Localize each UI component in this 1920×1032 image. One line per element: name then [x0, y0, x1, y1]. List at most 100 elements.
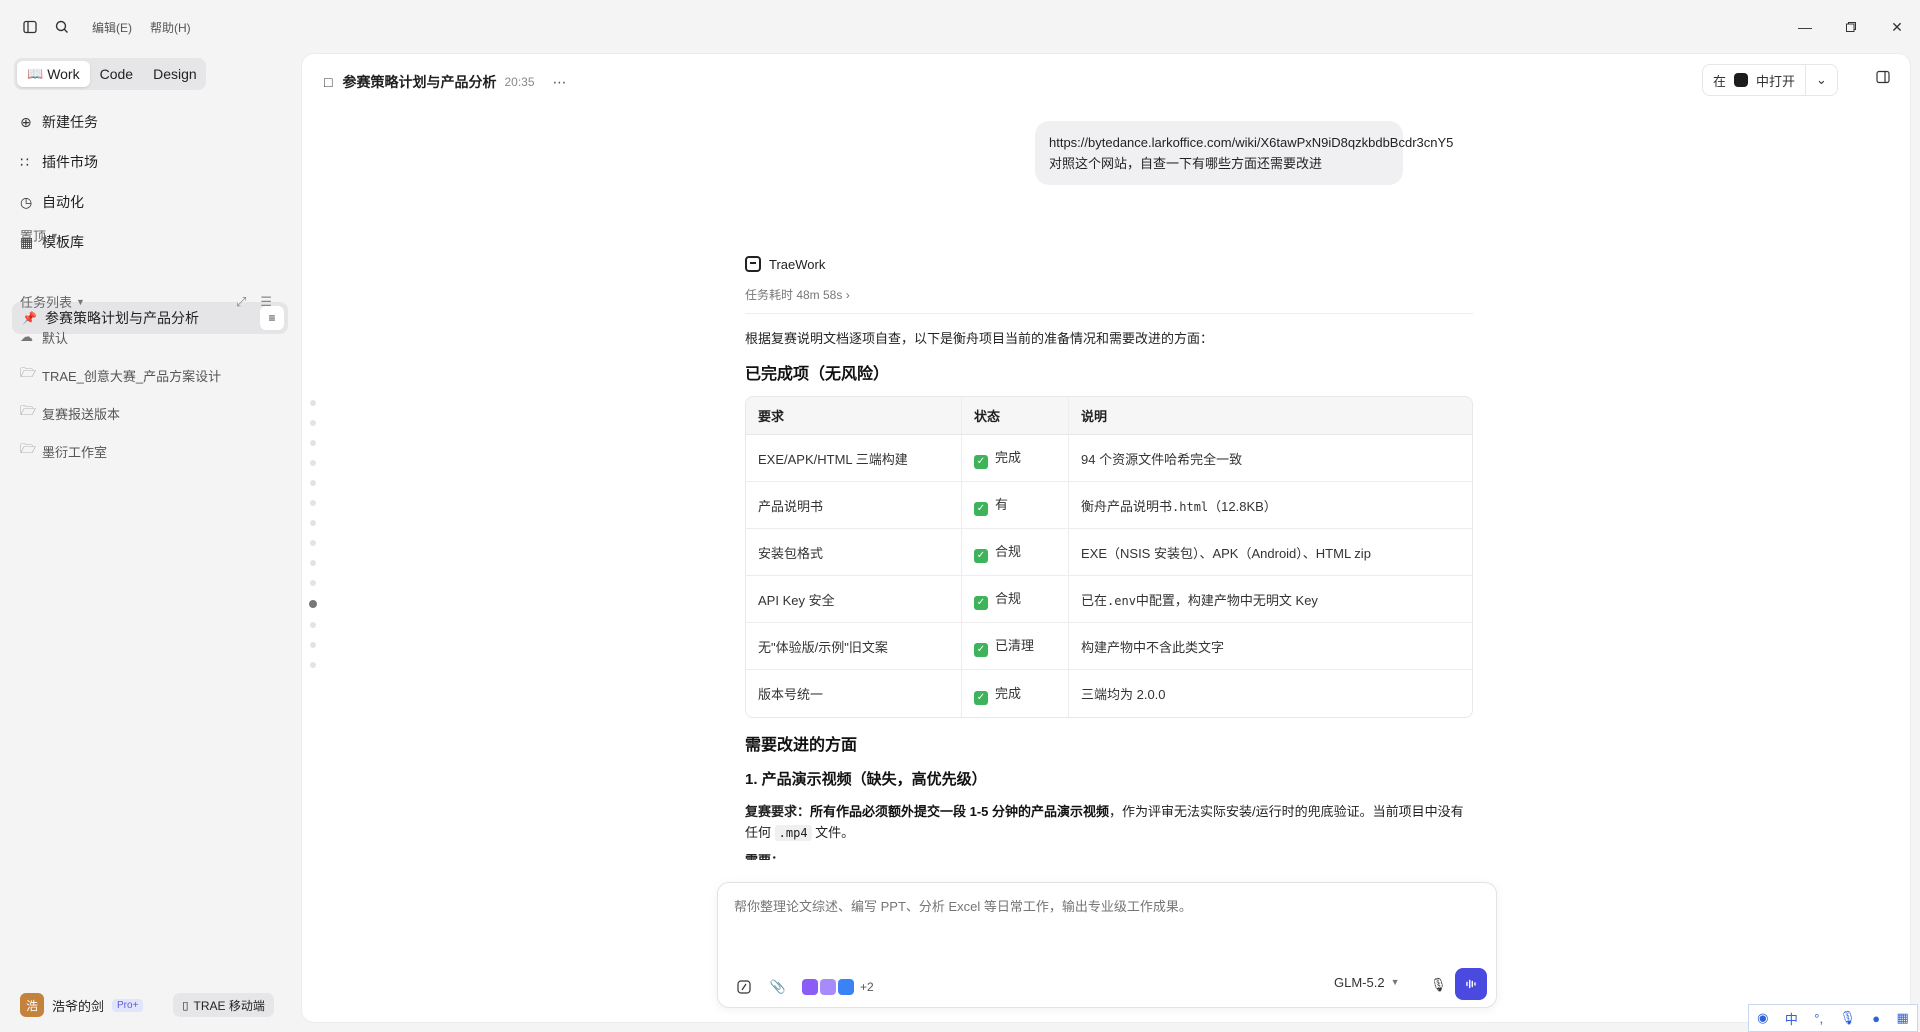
- web-skill-icon: [838, 979, 854, 995]
- chevron-down-icon: ▼: [50, 230, 59, 241]
- timeline-dot[interactable]: [310, 662, 316, 668]
- ime-logo-icon[interactable]: ◉: [1757, 1010, 1768, 1026]
- phone-icon: ▯: [182, 999, 189, 1012]
- timeline-dot[interactable]: [310, 480, 316, 486]
- table-row: 版本号统一 ✓ 完成 三端均为 2.0.0: [746, 670, 1472, 717]
- close-icon[interactable]: ✕: [1874, 7, 1920, 47]
- requirement-cell: API Key 安全: [746, 576, 961, 623]
- tab-design-label: Design: [153, 66, 197, 82]
- note-text: 已在: [1081, 592, 1108, 608]
- checkmark-icon: ✓: [974, 643, 988, 657]
- side-panel-toggle-icon[interactable]: [1876, 70, 1890, 87]
- timeline-dot[interactable]: [310, 622, 316, 628]
- cloud-icon: ☁: [20, 329, 33, 344]
- folder-studio[interactable]: 🗁 墨衍工作室: [20, 432, 290, 470]
- timeline-dot[interactable]: [310, 400, 316, 406]
- timeline-dot[interactable]: [310, 440, 316, 446]
- table-header-row: 要求 状态 说明: [746, 397, 1472, 435]
- task-duration-label: 任务耗时 48m 58s: [745, 288, 843, 302]
- requirement-cell: 产品说明书: [746, 482, 961, 529]
- tab-design[interactable]: Design: [143, 61, 207, 87]
- timeline-dot[interactable]: [310, 540, 316, 546]
- nav-plugin-market[interactable]: ∷ 插件市场: [14, 142, 286, 182]
- ime-lang[interactable]: 中: [1785, 1009, 1798, 1028]
- open-in-dropdown[interactable]: ⌄: [1805, 65, 1837, 95]
- restore-icon[interactable]: [1828, 7, 1874, 47]
- timeline-dot[interactable]: [310, 420, 316, 426]
- more-options-icon[interactable]: ⋯: [553, 74, 568, 91]
- note-cell: 已在.env中配置，构建产物中无明文 Key: [1068, 576, 1472, 623]
- composer-tools: 📎 +2: [734, 977, 874, 997]
- task-duration[interactable]: 任务耗时 48m 58s ›: [745, 286, 1473, 314]
- inline-code: .mp4: [774, 825, 812, 841]
- note-text: 94 个资源文件哈希完全一致: [1081, 451, 1243, 467]
- prompt-input[interactable]: [734, 899, 1474, 914]
- folder-default[interactable]: ☁ 默认: [20, 318, 290, 356]
- improve-heading: 需要改进的方面: [745, 737, 858, 754]
- minimize-icon[interactable]: —: [1782, 7, 1828, 47]
- timeline-dot[interactable]: [310, 460, 316, 466]
- timeline-dot[interactable]: [310, 642, 316, 648]
- folder-icon: 🗁: [20, 365, 37, 380]
- book-icon: 📖: [27, 66, 44, 81]
- status-cell: ✓ 完成: [961, 670, 1068, 717]
- avatar[interactable]: 浩: [20, 993, 44, 1017]
- status-cell: ✓ 有: [961, 482, 1068, 529]
- conversation-timeline: [308, 400, 318, 682]
- open-in-app-button[interactable]: 在 中打开: [1703, 65, 1805, 95]
- note-cell: 衡舟产品说明书.html（12.8KB）: [1068, 482, 1472, 529]
- requirement-bold: 所有作品必须额外提交一段 1-5 分钟的产品演示视频: [810, 804, 1110, 819]
- timeline-dot[interactable]: [310, 520, 316, 526]
- folder-label: 墨衍工作室: [42, 444, 108, 460]
- user-message-link[interactable]: https://bytedance.larkoffice.com/wiki/X6…: [1049, 132, 1453, 153]
- toolbox-icon[interactable]: ▦: [1897, 1010, 1909, 1026]
- pro-badge: Pro+: [112, 998, 144, 1012]
- filter-icon[interactable]: ☰: [260, 294, 272, 310]
- voice-send-button[interactable]: [1455, 968, 1487, 1000]
- task-list-section-toggle[interactable]: 任务列表 ▼: [20, 292, 85, 311]
- mobile-app-button[interactable]: ▯ TRAE 移动端: [173, 993, 274, 1017]
- skills-button[interactable]: +2: [802, 979, 874, 995]
- chevron-down-icon: ▼: [1390, 977, 1400, 987]
- pinned-section-toggle[interactable]: 置顶 ▼: [20, 226, 59, 245]
- timeline-dot[interactable]: [310, 560, 316, 566]
- assistant-reply: TraeWork 任务耗时 48m 58s › 根据复赛说明文档逐项自查，以下是…: [745, 252, 1473, 860]
- requirements-table: 要求 状态 说明 EXE/APK/HTML 三端构建 ✓ 完成 94 个资源文件哈希完…: [745, 396, 1473, 718]
- voice-input-icon[interactable]: 🎙: [1839, 1010, 1856, 1026]
- attachment-icon[interactable]: 📎: [768, 977, 788, 997]
- status-text: 已清理: [995, 638, 1035, 653]
- nav-new-task[interactable]: ⊕ 新建任务: [14, 102, 286, 142]
- timeline-dot[interactable]: [310, 500, 316, 506]
- checkmark-icon: ✓: [974, 690, 988, 705]
- punctuation-icon[interactable]: °,: [1814, 1011, 1823, 1026]
- folder-trae-contest[interactable]: 🗁 TRAE_创意大赛_产品方案设计: [20, 356, 290, 394]
- user-icon[interactable]: ●: [1872, 1011, 1880, 1026]
- table-row: EXE/APK/HTML 三端构建 ✓ 完成 94 个资源文件哈希完全一致: [746, 435, 1472, 482]
- username[interactable]: 浩爷的剑: [52, 996, 104, 1015]
- note-cell: EXE（NSIS 安装包）、APK（Android）、HTML zip: [1068, 529, 1472, 576]
- microphone-icon[interactable]: 🎙: [1430, 977, 1447, 993]
- search-icon[interactable]: [46, 11, 78, 43]
- requirement-cell: EXE/APK/HTML 三端构建: [746, 435, 961, 482]
- user-message: https://bytedance.larkoffice.com/wiki/X6…: [1035, 121, 1453, 185]
- nav-automation[interactable]: ◷ 自动化: [14, 182, 286, 222]
- menu-help[interactable]: 帮助(H): [150, 19, 191, 36]
- checkmark-icon: ✓: [974, 549, 988, 563]
- folder-label: 复赛报送版本: [42, 406, 121, 422]
- sidebar-toggle-icon[interactable]: [14, 11, 46, 43]
- tab-code[interactable]: Code: [90, 61, 143, 87]
- collapse-icon[interactable]: ⤢: [236, 294, 246, 310]
- note-text: EXE（NSIS 安装包）、APK（Android）、HTML zip: [1081, 545, 1371, 561]
- model-selector[interactable]: GLM-5.2 ▼: [1334, 967, 1400, 997]
- menu-edit[interactable]: 编辑(E): [92, 19, 132, 36]
- tab-work[interactable]: 📖 Work: [17, 61, 90, 87]
- timeline-dot-active[interactable]: [309, 600, 317, 608]
- table-row: API Key 安全 ✓ 合规 已在.env中配置，构建产物中无明文 Key: [746, 576, 1472, 623]
- tab-work-label: Work: [47, 66, 80, 82]
- note-text-suffix: （12.8KB）: [1208, 498, 1277, 514]
- timeline-dot[interactable]: [310, 580, 316, 586]
- improve-item-text: 复赛要求：所有作品必须额外提交一段 1-5 分钟的产品演示视频，作为评审无法实际…: [745, 801, 1473, 844]
- folder-rematch[interactable]: 🗁 复赛报送版本: [20, 394, 290, 432]
- plugins-icon: ∷: [20, 153, 29, 170]
- slash-command-icon[interactable]: [734, 977, 754, 997]
